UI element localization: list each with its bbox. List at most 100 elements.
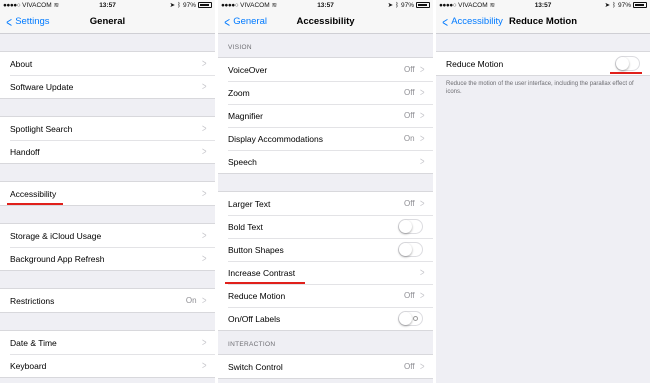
bluetooth-icon: ᛒ: [177, 1, 181, 9]
toggle-knob: [399, 312, 412, 325]
row-restrictions[interactable]: Restrictions On >: [0, 289, 215, 312]
row-speech[interactable]: Speech >: [218, 150, 433, 173]
row-label: Bold Text: [228, 221, 263, 232]
row-label: Larger Text: [228, 198, 271, 209]
reduce-motion-label: Reduce Motion: [446, 58, 504, 69]
row-label: Speech: [228, 156, 257, 167]
highlight-underline: [7, 203, 63, 205]
bluetooth-icon: ᛒ: [612, 1, 616, 9]
accessibility-panel: ●●●●○ VIVACOM ≋ 13:57 ➤ ᛒ 97% < General Acces…: [218, 0, 433, 383]
row-label: Magnifier: [228, 110, 263, 121]
chevron-right-icon: >: [201, 57, 207, 70]
chevron-right-icon: >: [419, 63, 425, 76]
row-label: Switch Control: [228, 361, 283, 372]
chevron-right-icon: >: [419, 109, 425, 122]
settings-group: About > Software Update >: [0, 51, 215, 99]
location-icon: ➤: [169, 2, 176, 9]
row-voiceover[interactable]: VoiceOver Off >: [218, 58, 433, 81]
row-label: Display Accommodations: [228, 133, 323, 144]
row-value: Off: [404, 199, 415, 208]
vision-group: VoiceOver Off > Zoom Off > Magnifier Off > Displa…: [218, 57, 433, 174]
battery-percent: 97%: [400, 1, 414, 9]
chevron-right-icon: >: [201, 359, 207, 372]
bold-text-toggle[interactable]: [398, 219, 423, 234]
row-accessibility[interactable]: Accessibility >: [0, 182, 215, 205]
row-label: Software Update: [10, 81, 74, 92]
on-off-labels-toggle[interactable]: [398, 311, 423, 326]
row-software-update[interactable]: Software Update >: [0, 75, 215, 98]
navigation-bar: < Settings General: [0, 10, 215, 34]
status-bar: ●●●●○ VIVACOM ≋ 13:57 ➤ ᛒ 97%: [218, 0, 433, 10]
interaction-group: Switch Control Off >: [218, 354, 433, 379]
row-larger-text[interactable]: Larger Text Off >: [218, 192, 433, 215]
section-header-interaction: INTERACTION: [228, 341, 276, 348]
row-label: Handoff: [10, 146, 40, 157]
toggle-knob: [399, 243, 412, 256]
battery-icon: [633, 2, 647, 8]
row-about[interactable]: About >: [0, 52, 215, 75]
row-label: Keyboard: [10, 360, 47, 371]
chevron-right-icon: >: [201, 229, 207, 242]
row-label: Background App Refresh: [10, 253, 105, 264]
chevron-right-icon: >: [419, 289, 425, 302]
general-panel: ●●●●○ VIVACOM ≋ 13:57 ➤ ᛒ 97% < Settings Gene…: [0, 0, 215, 383]
row-label: Restrictions: [10, 295, 55, 306]
row-label: About: [10, 58, 33, 69]
row-label: Reduce Motion: [228, 290, 286, 301]
row-magnifier[interactable]: Magnifier Off >: [218, 104, 433, 127]
location-icon: ➤: [387, 2, 394, 9]
settings-group: Restrictions On >: [0, 288, 215, 313]
chevron-right-icon: >: [201, 336, 207, 349]
row-value: On: [185, 296, 197, 305]
toggle-knob: [616, 57, 629, 70]
chevron-right-icon: >: [201, 145, 207, 158]
off-label-icon: [413, 316, 418, 321]
status-bar: ●●●●○ VIVACOM ≋ 13:57 ➤ ᛒ 97%: [0, 0, 215, 10]
row-date-and-time[interactable]: Date & Time >: [0, 331, 215, 354]
row-zoom[interactable]: Zoom Off >: [218, 81, 433, 104]
row-handoff[interactable]: Handoff >: [0, 140, 215, 163]
row-value: Off: [404, 88, 415, 97]
row-reduce-motion[interactable]: Reduce Motion Off >: [218, 284, 433, 307]
reduce-motion-description: Reduce the motion of the user interface,…: [446, 81, 634, 95]
row-value: Off: [404, 65, 415, 74]
location-icon: ➤: [604, 2, 611, 9]
row-label: Date & Time: [10, 337, 57, 348]
row-on-off-labels[interactable]: On/Off Labels: [218, 307, 433, 330]
row-button-shapes[interactable]: Button Shapes: [218, 238, 433, 261]
row-keyboard[interactable]: Keyboard >: [0, 354, 215, 377]
row-label: Button Shapes: [228, 244, 284, 255]
button-shapes-toggle[interactable]: [398, 242, 423, 257]
row-increase-contrast[interactable]: Increase Contrast >: [218, 261, 433, 284]
row-label: Spotlight Search: [10, 123, 73, 134]
reduce-motion-toggle[interactable]: [615, 56, 640, 71]
settings-group: Storage & iCloud Usage > Background App Re…: [0, 223, 215, 271]
row-value: Off: [404, 111, 415, 120]
page-title: General: [89, 16, 126, 27]
battery-percent: 97%: [617, 1, 631, 9]
row-label: On/Off Labels: [228, 313, 281, 324]
row-label: VoiceOver: [228, 64, 268, 75]
chevron-right-icon: >: [419, 197, 425, 210]
row-bold-text[interactable]: Bold Text: [218, 215, 433, 238]
chevron-right-icon: >: [419, 266, 425, 279]
row-spotlight-search[interactable]: Spotlight Search >: [0, 117, 215, 140]
status-bar: ●●●●○ VIVACOM ≋ 13:57 ➤ ᛒ 97%: [436, 0, 650, 10]
battery-percent: 97%: [182, 1, 196, 9]
highlight-underline: [610, 72, 642, 74]
section-header-vision: VISION: [228, 44, 252, 51]
toggle-knob: [399, 220, 412, 233]
chevron-right-icon: >: [201, 187, 207, 200]
row-background-app-refresh[interactable]: Background App Refresh >: [0, 247, 215, 270]
battery-icon: [198, 2, 212, 8]
row-label: Zoom: [228, 87, 250, 98]
reduce-motion-panel: ●●●●○ VIVACOM ≋ 13:57 ➤ ᛒ 97% < Accessibility…: [436, 0, 650, 383]
row-label: Accessibility: [10, 188, 57, 199]
row-storage-and-icloud-usage[interactable]: Storage & iCloud Usage >: [0, 224, 215, 247]
page-title: Accessibility: [296, 16, 355, 27]
row-switch-control[interactable]: Switch Control Off >: [218, 355, 433, 378]
row-display-accommodations[interactable]: Display Accommodations On >: [218, 127, 433, 150]
settings-group: Spotlight Search > Handoff >: [0, 116, 215, 164]
settings-group: Date & Time > Keyboard >: [0, 330, 215, 378]
navigation-bar: < General Accessibility: [218, 10, 433, 34]
